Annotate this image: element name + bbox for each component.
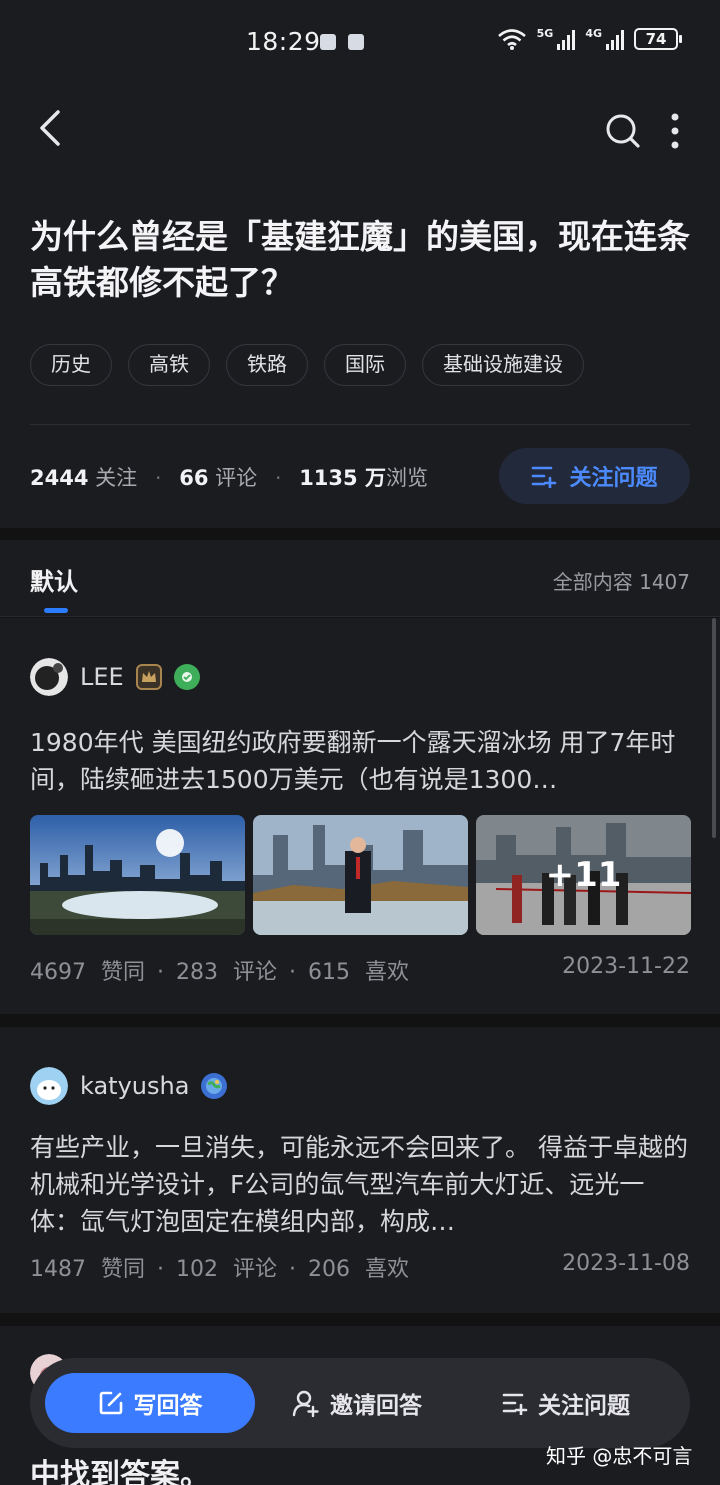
follow-question-button[interactable]: 关注问题: [499, 448, 690, 504]
write-answer-label: 写回答: [133, 1393, 203, 1419]
answer-date: 2023-11-22: [562, 954, 690, 979]
notification-icon: [320, 34, 336, 50]
globe-badge-icon: [201, 1073, 228, 1099]
wifi-icon: [497, 29, 526, 50]
more-vertical-icon[interactable]: [664, 112, 686, 150]
network-5g-label: 5G: [536, 27, 554, 40]
avatar[interactable]: [30, 658, 68, 696]
answer-images: +11: [30, 815, 691, 935]
answer-image[interactable]: [253, 815, 468, 935]
answer-author[interactable]: LEE: [30, 658, 200, 696]
status-time: 18:29: [246, 27, 321, 56]
favs-count: 206: [308, 1257, 351, 1282]
question-header: 为什么曾经是「基建狂魔」的美国，现在连条高铁都修不起了？ 历史 高铁 铁路 国际…: [0, 84, 720, 528]
topic-tag[interactable]: 铁路: [226, 344, 308, 386]
avatar[interactable]: [30, 1067, 68, 1105]
all-content-count[interactable]: 全部内容 1407: [553, 566, 690, 595]
favs-label: 喜欢: [365, 960, 410, 985]
follow-list-icon: [532, 466, 557, 488]
follow-list-icon: [502, 1393, 528, 1415]
answer-meta: 4697 赞同 · 283 评论 · 615 喜欢 2023-11-22: [30, 954, 690, 985]
answer-excerpt-peek[interactable]: 中找到答案。: [30, 1450, 210, 1485]
chevron-left-icon[interactable]: [34, 108, 70, 148]
likes-label: 赞同: [101, 960, 146, 985]
watermark: 知乎 @忠不可言: [546, 1444, 693, 1468]
edit-icon: [99, 1391, 122, 1415]
divider: [30, 424, 690, 425]
invite-user-icon: [292, 1390, 319, 1417]
invite-answer-label: 邀请回答: [330, 1393, 422, 1419]
answer-author[interactable]: katyusha: [30, 1067, 228, 1105]
answer-card[interactable]: katyusha 有些产业，一旦消失，可能永远不会回来了。 得益于卓越的机械和光…: [0, 1027, 720, 1313]
answer-date: 2023-11-08: [562, 1251, 690, 1276]
comments-label[interactable]: 评论: [215, 466, 257, 490]
topic-tag[interactable]: 国际: [324, 344, 406, 386]
write-answer-button[interactable]: 写回答: [45, 1373, 255, 1433]
answers-tabbar: 默认 全部内容 1407: [0, 540, 720, 617]
question-stats: 2444 关注 · 66 评论 · 1135 万浏览: [30, 466, 428, 490]
topic-tag[interactable]: 基础设施建设: [422, 344, 584, 386]
scrollbar[interactable]: [712, 618, 716, 838]
certified-badge-icon: [173, 664, 200, 690]
views-count: 1135 万: [299, 466, 386, 490]
comments-count: 102: [176, 1257, 219, 1282]
topic-tag[interactable]: 历史: [30, 344, 112, 386]
comments-count: 66: [179, 466, 209, 490]
favs-count: 615: [308, 960, 351, 985]
followers-label: 关注: [95, 466, 138, 490]
comments-label: 评论: [233, 1257, 278, 1282]
answer-meta: 1487 赞同 · 102 评论 · 206 喜欢 2023-11-08: [30, 1251, 690, 1282]
answer-image[interactable]: [30, 815, 245, 935]
likes-label: 赞同: [101, 1257, 146, 1282]
notification-icon: [348, 34, 364, 50]
more-images-count[interactable]: +11: [476, 815, 691, 935]
search-icon[interactable]: [604, 112, 642, 150]
answer-image[interactable]: +11: [476, 815, 691, 935]
followers-count: 2444: [30, 466, 89, 490]
tab-indicator: [44, 608, 68, 613]
answer-card[interactable]: LEE 1980年代 美国纽约政府要翻新一个露天溜冰场 用了7年时间，陆续砸进去…: [0, 618, 720, 1014]
follow-question-label: 关注问题: [569, 466, 658, 491]
comments-label: 评论: [233, 960, 278, 985]
question-title[interactable]: 为什么曾经是「基建狂魔」的美国，现在连条高铁都修不起了？: [30, 214, 690, 306]
answer-excerpt[interactable]: 有些产业，一旦消失，可能永远不会回来了。 得益于卓越的机械和光学设计，F公司的氙…: [30, 1129, 690, 1240]
tab-default[interactable]: 默认: [30, 562, 78, 597]
status-indicators: 5G 4G 74: [497, 27, 682, 50]
favs-label: 喜欢: [365, 1257, 410, 1282]
battery-icon: 74: [634, 28, 682, 50]
status-bar: 18:29 5G 4G 74: [0, 0, 720, 84]
answer-excerpt[interactable]: 1980年代 美国纽约政府要翻新一个露天溜冰场 用了7年时间，陆续砸进去1500…: [30, 724, 690, 798]
crown-badge-icon: [135, 664, 162, 690]
bottom-action-bar: 写回答 邀请回答 关注问题: [30, 1358, 690, 1448]
author-name[interactable]: LEE: [80, 663, 124, 691]
network-4g-label: 4G: [585, 27, 602, 40]
signal-icon: [606, 28, 624, 50]
likes-count: 1487: [30, 1257, 86, 1282]
topic-tags: 历史 高铁 铁路 国际 基础设施建设: [30, 344, 584, 386]
views-label: 浏览: [385, 466, 428, 490]
follow-question-label: 关注问题: [538, 1393, 630, 1419]
signal-icon: [557, 28, 576, 50]
follow-question-button-bottom[interactable]: 关注问题: [502, 1373, 630, 1433]
author-name[interactable]: katyusha: [80, 1072, 189, 1100]
comments-count: 283: [176, 960, 219, 985]
topic-tag[interactable]: 高铁: [128, 344, 210, 386]
likes-count: 4697: [30, 960, 86, 985]
invite-answer-button[interactable]: 邀请回答: [292, 1373, 422, 1433]
